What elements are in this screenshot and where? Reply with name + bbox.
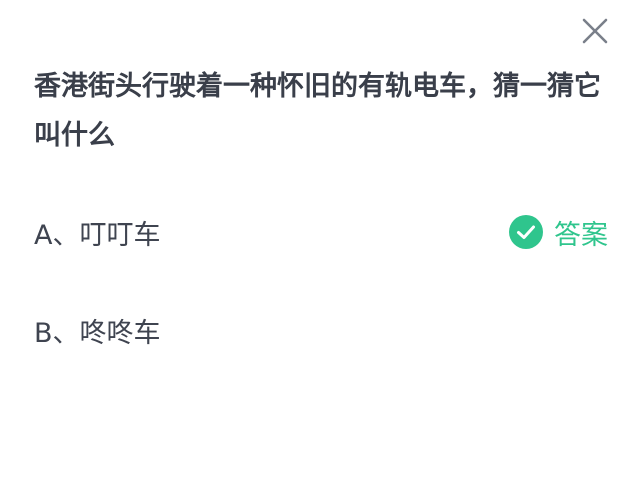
close-icon[interactable] [576,12,614,50]
check-circle-icon [509,215,543,249]
option-b-label: B、咚咚车 [34,317,161,349]
close-button[interactable] [576,12,614,50]
answer-indicator: 答案 [508,213,608,252]
question-text: 香港街头行驶着一种怀旧的有轨电车，猜一猜它叫什么 [34,71,601,151]
option-a[interactable]: A、叮叮车 答案 [34,207,614,257]
option-b[interactable]: B、咚咚车 [34,305,614,355]
answer-label: 答案 [554,219,608,251]
quiz-card: 香港街头行驶着一种怀旧的有轨电车，猜一猜它叫什么 A、叮叮车 答案 B、咚咚车 [0,0,640,490]
option-a-label: A、叮叮车 [34,219,161,251]
